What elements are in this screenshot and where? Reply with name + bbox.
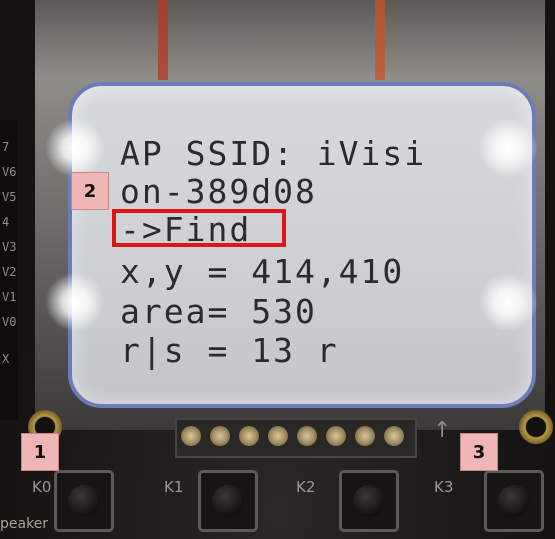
board-silkscreen-text: X	[2, 352, 10, 366]
lcd-line-ssid: AP SSID: iVisi	[120, 134, 427, 173]
annotation-badge-3: 3	[460, 433, 498, 471]
key-k2-button[interactable]	[339, 470, 399, 532]
key-label-k3: K3	[434, 478, 454, 496]
header-pin	[268, 426, 288, 446]
button-cap	[498, 485, 530, 517]
key-k1-button[interactable]	[198, 470, 258, 532]
key-label-k2: K2	[296, 478, 316, 496]
speaker-label: peaker	[0, 516, 49, 532]
header-pin	[239, 426, 259, 446]
board-silkscreen-text: 4	[2, 215, 10, 229]
board-silkscreen-text: V2	[2, 265, 17, 279]
header-pin	[355, 426, 375, 446]
header-pin	[384, 426, 404, 446]
key-k0-button[interactable]	[54, 470, 114, 532]
button-cap	[212, 485, 244, 517]
key-label-k1: K1	[164, 478, 184, 496]
button-cap	[353, 485, 385, 517]
mounting-hole	[519, 410, 553, 444]
key-label-k0: K0	[32, 478, 52, 496]
key-k3-button[interactable]	[484, 470, 544, 532]
lcd-line-ssid-cont: on-389d08	[120, 172, 317, 211]
header-pin	[297, 426, 317, 446]
board-silkscreen-text: V1	[2, 290, 17, 304]
board-silkscreen-text: 7	[2, 140, 10, 154]
annotation-badge-2: 2	[71, 172, 109, 210]
wires	[120, 0, 450, 80]
header-pin	[181, 426, 201, 446]
board-silkscreen-text: V3	[2, 240, 17, 254]
up-arrow-icon: ↑	[433, 418, 452, 443]
backlight-glow	[478, 118, 538, 178]
board-silkscreen-text: V0	[2, 315, 17, 329]
backlight-glow	[45, 118, 105, 178]
board-silkscreen-text: V6	[2, 165, 17, 179]
lcd-line-rls: r|s = 13 r	[120, 331, 339, 370]
header-pin	[210, 426, 230, 446]
highlight-box	[112, 209, 286, 247]
board-silkscreen-text: V5	[2, 190, 17, 204]
lcd-line-coordinates: x,y = 414,410	[120, 252, 405, 291]
button-cap	[68, 485, 100, 517]
backlight-glow	[45, 272, 105, 332]
backlight-glow	[478, 272, 538, 332]
annotation-badge-1: 1	[21, 433, 59, 471]
lcd-line-area: area= 530	[120, 292, 317, 331]
header-pin	[326, 426, 346, 446]
